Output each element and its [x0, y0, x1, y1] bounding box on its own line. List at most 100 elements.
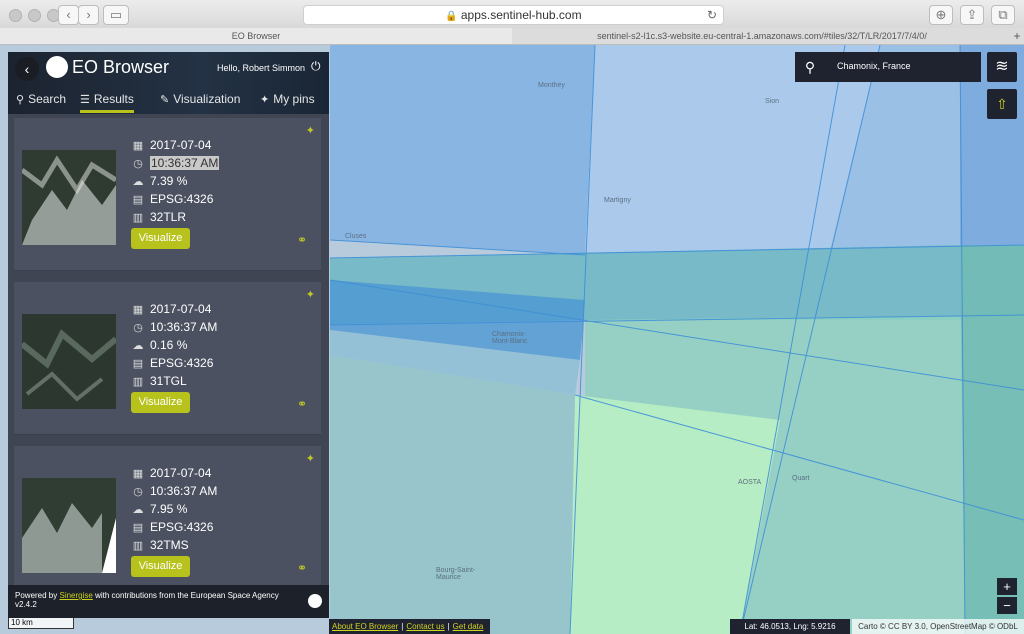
result-time: ◷ 10:36:37 AM — [131, 483, 217, 499]
user-greeting: Hello, Robert Simmon — [217, 63, 306, 73]
pin-icon[interactable]: ✦ — [306, 288, 315, 301]
zoom-in-button[interactable]: + — [997, 578, 1017, 595]
footer-links: About EO Browser | Contact us | Get data — [329, 619, 490, 634]
address-bar[interactable]: 🔒 apps.sentinel-hub.com ↻ — [303, 5, 724, 25]
map-label-quart: Quart — [792, 475, 810, 482]
calendar-icon: ▦ — [132, 304, 144, 316]
pin-icon[interactable]: ✦ — [306, 124, 315, 137]
tab-visualization[interactable]: ✎ Visualization — [160, 92, 240, 106]
eo-browser-logo — [46, 56, 68, 78]
cloud-icon: ☁ — [132, 176, 144, 188]
map-label-martigny: Martigny — [604, 197, 631, 204]
link-icon[interactable]: ⚭ — [297, 561, 307, 575]
brush-icon: ✎ — [160, 94, 170, 106]
location-search[interactable]: ⚲ Chamonix, France — [795, 52, 981, 82]
result-card[interactable]: ✦ ▦ 2017-07-04 ◷ 10:36:37 AM ☁ 7.95 % ▤ EPSG… — [14, 446, 321, 586]
scale-bar: 10 km — [8, 618, 74, 629]
file-icon: ▤ — [132, 522, 144, 534]
map-attribution: Carto © CC BY 3.0, OpenStreetMap © ODbL — [852, 619, 1024, 634]
clock-icon: ◷ — [133, 158, 143, 170]
back-icon[interactable]: ‹ — [58, 5, 79, 25]
result-time: ◷ 10:36:37 AM — [131, 319, 217, 335]
new-tab-button[interactable]: + — [1010, 28, 1024, 44]
thumbnail-image — [22, 150, 116, 245]
result-crs: ▤ EPSG:4326 — [132, 356, 214, 370]
tab-search[interactable]: ⚲ Search — [16, 92, 66, 106]
reload-icon[interactable]: ↻ — [707, 6, 717, 24]
cloud-icon: ☁ — [132, 504, 144, 516]
result-crs: ▤ EPSG:4326 — [132, 192, 214, 206]
collapse-panel-button[interactable]: ‹ — [15, 57, 39, 81]
thumbnail-image — [22, 314, 116, 409]
tab-bar: EO Browser sentinel-s2-l1c.s3-website.eu… — [0, 28, 1024, 45]
calendar-icon: ▦ — [132, 140, 144, 152]
tab-sentinel-tiles[interactable]: sentinel-s2-l1c.s3-website.eu-central-1.… — [512, 28, 1012, 44]
search-icon[interactable]: ⚲ — [795, 52, 825, 82]
panel-footer: Powered by Sinergise with contributions … — [8, 585, 329, 618]
contact-link[interactable]: Contact us — [406, 622, 444, 631]
lock-icon: 🔒 — [445, 11, 458, 22]
result-tile: ▥ 31TGL — [132, 374, 187, 388]
visualize-button[interactable]: Visualize — [131, 556, 190, 577]
file-icon: ▤ — [132, 194, 144, 206]
share-icon[interactable]: ⇪ — [960, 5, 984, 25]
location-search-input[interactable]: Chamonix, France — [837, 61, 911, 71]
map-label-bourg-saint-maurice: Bourg-Saint-Maurice — [436, 567, 476, 581]
pin-icon: ✦ — [260, 94, 270, 106]
map-icon: ▥ — [132, 540, 144, 552]
results-panel: ‹ EO Browser Hello, Robert Simmon ⏻ ⚲ Sea… — [8, 52, 329, 618]
result-cloud: ☁ 0.16 % — [132, 338, 188, 352]
esa-logo — [308, 594, 322, 608]
get-data-link[interactable]: Get data — [453, 622, 484, 631]
download-icon[interactable]: ⊕ — [929, 5, 953, 25]
zoom-out-button[interactable]: − — [997, 597, 1017, 614]
result-thumbnail[interactable] — [22, 314, 116, 409]
map-label-aosta: AOSTA — [738, 479, 762, 486]
result-crs: ▤ EPSG:4326 — [132, 520, 214, 534]
clock-icon: ◷ — [133, 322, 143, 334]
upload-icon[interactable]: ⇧ — [987, 89, 1017, 119]
visualize-button[interactable]: Visualize — [131, 392, 190, 413]
tab-results[interactable]: ☰ Results — [80, 92, 134, 113]
about-link[interactable]: About EO Browser — [332, 622, 398, 631]
map-icon: ▥ — [132, 212, 144, 224]
map-label-monthey: Monthey — [538, 82, 565, 89]
result-thumbnail[interactable] — [22, 150, 116, 245]
result-card[interactable]: ✦ ▦ 2017-07-04 ◷ 10:36:37 AM ☁ 0.16 % ▤ EPSG… — [14, 282, 321, 435]
cloud-icon: ☁ — [132, 340, 144, 352]
file-icon: ▤ — [132, 358, 144, 370]
result-cloud: ☁ 7.39 % — [132, 174, 188, 188]
result-date: ▦ 2017-07-04 — [132, 302, 212, 316]
map-label-chamonix: Chamonix-Mont-Blanc — [492, 331, 528, 345]
visualize-button[interactable]: Visualize — [131, 228, 190, 249]
version-label: v2.4.2 — [15, 600, 37, 609]
powered-by-text: Powered by Sinergise with contributions … — [15, 591, 279, 609]
layers-icon[interactable]: ≋ — [987, 52, 1017, 82]
sidebar-toggle-icon[interactable]: ▭ — [103, 5, 129, 25]
calendar-icon: ▦ — [132, 468, 144, 480]
search-icon: ⚲ — [16, 94, 25, 106]
tabs-overview-icon[interactable]: ⧉ — [991, 5, 1015, 25]
clock-icon: ◷ — [133, 486, 143, 498]
result-time: ◷ 10:36:37 AM — [131, 155, 220, 171]
pin-icon[interactable]: ✦ — [306, 452, 315, 465]
link-icon[interactable]: ⚭ — [297, 397, 307, 411]
result-date: ▦ 2017-07-04 — [132, 466, 212, 480]
tab-eo-browser[interactable]: EO Browser — [0, 28, 512, 44]
result-cloud: ☁ 7.95 % — [132, 502, 188, 516]
link-icon[interactable]: ⚭ — [297, 233, 307, 247]
tab-my-pins[interactable]: ✦ My pins — [260, 92, 315, 106]
coordinates-readout: Lat: 46.0513, Lng: 5.9216 — [730, 619, 850, 634]
sliders-icon: ☰ — [80, 94, 90, 106]
result-card[interactable]: ✦ ▦ 2017-07-04 ◷ 10:36:37 AM ☁ 7.39 % ▤ EPSG… — [14, 118, 321, 271]
result-thumbnail[interactable] — [22, 478, 116, 573]
result-tile: ▥ 32TLR — [132, 210, 187, 224]
map-label-sion: Sion — [765, 98, 780, 105]
sinergise-link[interactable]: Sinergise — [59, 591, 92, 600]
thumbnail-image — [22, 478, 116, 573]
forward-icon[interactable]: › — [78, 5, 99, 25]
panel-header: ‹ EO Browser Hello, Robert Simmon ⏻ ⚲ Sea… — [8, 52, 329, 114]
window-controls[interactable] — [9, 9, 60, 22]
panel-tabs: ⚲ Search ☰ Results ✎ Visualization ✦ My pins — [8, 90, 329, 114]
logout-icon[interactable]: ⏻ — [311, 59, 321, 74]
